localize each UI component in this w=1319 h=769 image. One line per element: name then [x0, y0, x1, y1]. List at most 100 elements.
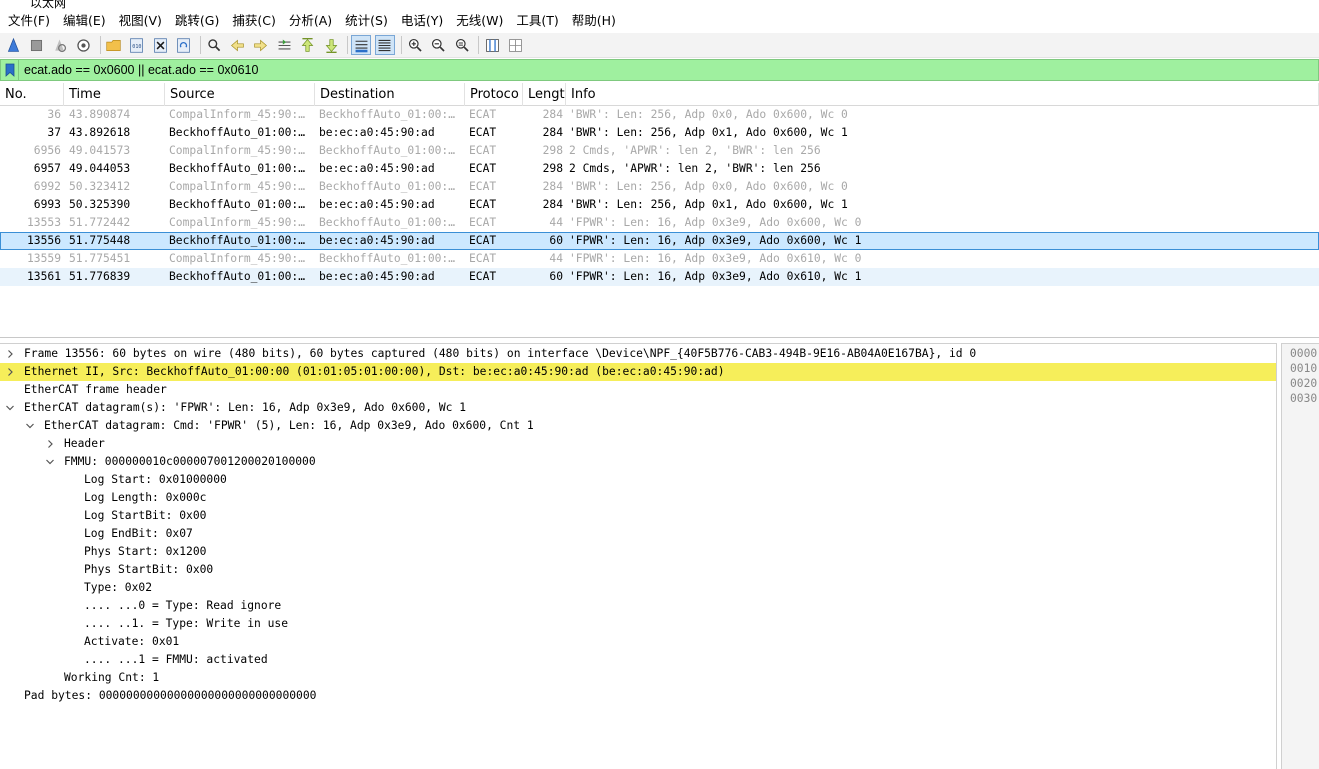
detail-tree-item[interactable]: Log StartBit: 0x00 — [0, 507, 1276, 525]
restart-capture-button[interactable] — [50, 35, 70, 55]
detail-tree-item[interactable]: FMMU: 000000010c000007001200020100000 — [0, 453, 1276, 471]
menu-item-0[interactable]: 文件(F) — [2, 9, 56, 33]
chevron-right-icon[interactable] — [4, 345, 16, 363]
detail-tree-item[interactable]: Frame 13556: 60 bytes on wire (480 bits)… — [0, 345, 1276, 363]
packet-source-cell: BeckhoffAuto_01:00:… — [169, 198, 306, 211]
packet-time-cell: 49.041573 — [69, 144, 131, 157]
packet-row[interactable]: 13559 51.775451 CompalInform_45:90:… Beckho… — [0, 250, 1319, 268]
chevron-down-icon[interactable] — [24, 417, 36, 435]
menu-item-8[interactable]: 无线(W) — [450, 9, 509, 33]
packet-bytes-pane: 0000 0010 0020 0030 — [1281, 343, 1319, 769]
packet-row[interactable]: 37 43.892618 BeckhoffAuto_01:00:… be:ec:a0:… — [0, 124, 1319, 142]
menu-item-2[interactable]: 视图(V) — [113, 9, 168, 33]
chevron-right-icon[interactable] — [44, 435, 56, 453]
column-header-6[interactable]: Info — [566, 83, 1319, 106]
packet-row[interactable]: 6992 50.323412 CompalInform_45:90:… Beckhof… — [0, 178, 1319, 196]
column-header-3[interactable]: Destination — [315, 83, 465, 106]
find-packet-button[interactable] — [204, 35, 224, 55]
menu-item-5[interactable]: 分析(A) — [283, 9, 338, 33]
svg-text:010: 010 — [133, 44, 142, 50]
packet-row[interactable]: 6993 50.325390 BeckhoffAuto_01:00:… be:ec:a… — [0, 196, 1319, 214]
column-header-5[interactable]: Lengt — [523, 83, 566, 106]
column-header-2[interactable]: Source — [165, 83, 315, 106]
packet-destination-cell: be:ec:a0:45:90:ad — [319, 126, 435, 139]
packet-row[interactable]: 13556 51.775448 BeckhoffAuto_01:00:… be:ec:… — [0, 232, 1319, 250]
detail-tree-item[interactable]: Pad bytes: 00000000000000000000000000000… — [0, 687, 1276, 705]
detail-tree-item[interactable]: Ethernet II, Src: BeckhoffAuto_01:00:00 … — [0, 363, 1276, 381]
go-forward-button[interactable] — [251, 35, 271, 55]
go-first-packet-button[interactable] — [298, 35, 318, 55]
chevron-down-icon[interactable] — [44, 453, 56, 471]
detail-tree-label: EtherCAT frame header — [24, 383, 167, 396]
packet-details-tree: Frame 13556: 60 bytes on wire (480 bits)… — [0, 343, 1277, 769]
chevron-down-icon[interactable] — [4, 399, 16, 417]
detail-tree-label: EtherCAT datagram: Cmd: 'FPWR' (5), Len:… — [44, 419, 534, 432]
reload-file-icon — [177, 37, 191, 53]
zoom-out-button[interactable] — [429, 35, 449, 55]
layout-button[interactable] — [506, 35, 526, 55]
open-file-button[interactable] — [104, 35, 124, 55]
detail-tree-item[interactable]: EtherCAT datagram: Cmd: 'FPWR' (5), Len:… — [0, 417, 1276, 435]
packet-length-cell: 44 — [549, 216, 563, 229]
detail-tree-label: Activate: 0x01 — [84, 635, 180, 648]
detail-tree-item[interactable]: Log Length: 0x000c — [0, 489, 1276, 507]
detail-tree-item[interactable]: Phys StartBit: 0x00 — [0, 561, 1276, 579]
packet-row[interactable]: 6956 49.041573 CompalInform_45:90:… Beckhof… — [0, 142, 1319, 160]
colorize-button[interactable] — [374, 35, 395, 55]
detail-tree-item[interactable]: .... ...1 = FMMU: activated — [0, 651, 1276, 669]
menu-item-3[interactable]: 跳转(G) — [169, 9, 225, 33]
detail-tree-item[interactable]: .... ...0 = Type: Read ignore — [0, 597, 1276, 615]
save-file-button[interactable]: 010 — [127, 35, 147, 55]
detail-tree-item[interactable]: Log EndBit: 0x07 — [0, 525, 1276, 543]
packet-list-header: No. Time Source Destination Protoco Lengt Info — [0, 83, 1319, 106]
menu-item-10[interactable]: 帮助(H) — [566, 9, 622, 33]
detail-tree-item[interactable]: .... ..1. = Type: Write in use — [0, 615, 1276, 633]
packet-time-cell: 50.323412 — [69, 180, 131, 193]
detail-tree-item[interactable]: Log Start: 0x01000000 — [0, 471, 1276, 489]
resize-columns-button[interactable] — [482, 35, 502, 55]
close-file-icon — [153, 37, 167, 53]
detail-tree-item[interactable]: Working Cnt: 1 — [0, 669, 1276, 687]
detail-tree-item[interactable]: Header — [0, 435, 1276, 453]
column-header-1[interactable]: Time — [64, 83, 165, 106]
detail-tree-item[interactable]: Phys Start: 0x1200 — [0, 543, 1276, 561]
detail-tree-item[interactable]: Activate: 0x01 — [0, 633, 1276, 651]
menu-item-9[interactable]: 工具(T) — [510, 9, 564, 33]
zoom-normal-button[interactable] — [452, 35, 472, 55]
packet-info-cell: 'BWR': Len: 256, Adp 0x1, Ado 0x600, Wc … — [569, 126, 848, 139]
column-header-0[interactable]: No. — [0, 83, 64, 106]
start-capture-button[interactable] — [3, 35, 23, 55]
detail-tree-item[interactable]: EtherCAT frame header — [0, 381, 1276, 399]
menu-item-1[interactable]: 编辑(E) — [57, 9, 112, 33]
zoom-in-button[interactable] — [405, 35, 425, 55]
capture-options-button[interactable] — [73, 35, 93, 55]
display-filter-input[interactable] — [19, 60, 1318, 80]
detail-tree-label: Phys StartBit: 0x00 — [84, 563, 214, 576]
chevron-right-icon[interactable] — [4, 363, 16, 381]
packet-destination-cell: BeckhoffAuto_01:00:… — [319, 180, 456, 193]
stop-capture-button[interactable] — [26, 35, 46, 55]
menu-item-7[interactable]: 电话(Y) — [395, 9, 449, 33]
go-to-packet-button[interactable] — [274, 35, 294, 55]
go-back-button[interactable] — [228, 35, 248, 55]
packet-length-cell: 284 — [542, 108, 563, 121]
menu-item-4[interactable]: 捕获(C) — [226, 9, 281, 33]
packet-source-cell: BeckhoffAuto_01:00:… — [169, 234, 306, 247]
menu-item-6[interactable]: 统计(S) — [339, 9, 394, 33]
detail-tree-label: Log EndBit: 0x07 — [84, 527, 193, 540]
packet-row[interactable]: 13553 51.772442 CompalInform_45:90:… Beckho… — [0, 214, 1319, 232]
close-file-button[interactable] — [150, 35, 170, 55]
main-toolbar: 010 — [0, 33, 1319, 58]
detail-tree-item[interactable]: EtherCAT datagram(s): 'FPWR': Len: 16, A… — [0, 399, 1276, 417]
filter-bookmark-icon[interactable] — [1, 60, 19, 80]
packet-row[interactable]: 13561 51.776839 BeckhoffAuto_01:00:… be:ec:… — [0, 268, 1319, 286]
packet-info-cell: 2 Cmds, 'APWR': len 2, 'BWR': len 256 — [569, 162, 821, 175]
reload-file-button[interactable] — [174, 35, 194, 55]
detail-tree-item[interactable]: Type: 0x02 — [0, 579, 1276, 597]
column-header-4[interactable]: Protoco — [465, 83, 523, 106]
bytes-offset: 0010 — [1290, 362, 1318, 375]
packet-row[interactable]: 6957 49.044053 BeckhoffAuto_01:00:… be:ec:a… — [0, 160, 1319, 178]
autoscroll-button[interactable] — [351, 35, 372, 55]
go-last-packet-button[interactable] — [321, 35, 341, 55]
packet-row[interactable]: 36 43.890874 CompalInform_45:90:… BeckhoffA… — [0, 106, 1319, 124]
